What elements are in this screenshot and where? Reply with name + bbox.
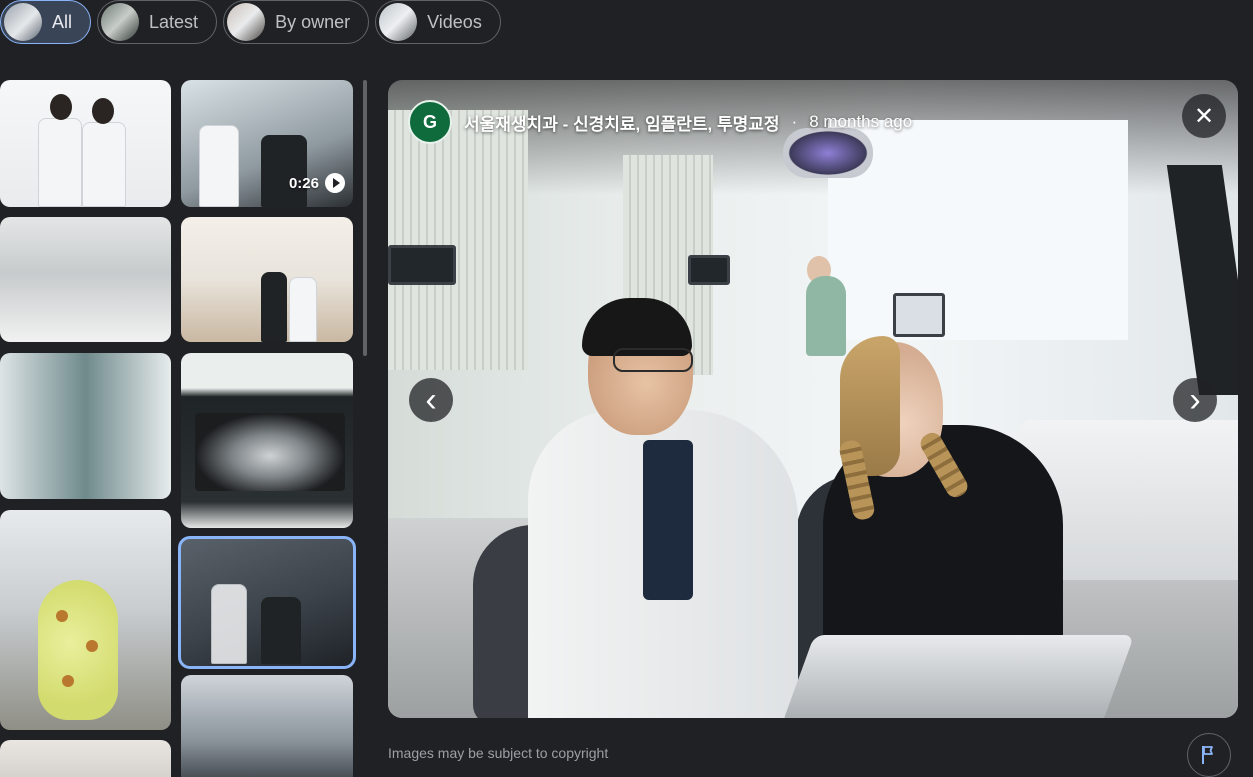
figure-doctor — [82, 122, 126, 207]
chip-latest[interactable]: Latest — [97, 0, 218, 44]
image-search-page: All Latest By owner Videos 0:26 G 서울재생치과… — [0, 0, 1253, 777]
filter-chip-bar: All Latest By owner Videos — [0, 0, 501, 44]
posted-time: 8 months ago — [809, 112, 913, 131]
image-viewer: G 서울재생치과 - 신경치료, 임플란트, 투명교정 · 8 months a… — [388, 80, 1238, 718]
clinic-logo[interactable]: G — [408, 100, 452, 144]
thumbnail-lobby[interactable] — [0, 217, 171, 342]
copyright-notice: Images may be subject to copyright — [388, 745, 609, 761]
thumbnail-video-clinic[interactable]: 0:26 — [181, 80, 353, 207]
chip-thumbnail — [227, 3, 266, 41]
chevron-left-icon: ‹ — [425, 381, 437, 419]
wall-panel — [388, 110, 528, 370]
chip-thumbnail — [4, 3, 42, 41]
wall-monitor — [388, 245, 456, 285]
dental-monitor — [893, 293, 945, 337]
figure-head — [50, 94, 72, 120]
figure-head — [92, 98, 114, 124]
figure-patient — [261, 135, 307, 207]
assistant-figure — [806, 276, 846, 356]
chip-videos[interactable]: Videos — [375, 0, 501, 44]
viewer-header: G 서울재생치과 - 신경치료, 임플란트, 투명교정 · 8 months a… — [408, 100, 912, 144]
toy-spot — [56, 610, 68, 622]
thumbnail-xray-screen[interactable] — [181, 353, 353, 528]
thumbnail-display-shelf[interactable] — [0, 353, 171, 499]
figure-doctor — [289, 277, 317, 342]
figure-doctor — [211, 584, 247, 664]
close-button[interactable]: ✕ — [1182, 94, 1226, 138]
plush-toy — [38, 580, 118, 720]
chevron-right-icon: › — [1189, 381, 1201, 419]
chip-thumbnail — [379, 3, 418, 41]
figure-patient — [261, 597, 301, 664]
flag-icon — [1202, 746, 1213, 764]
xray-image — [195, 413, 345, 491]
window-blinds — [828, 120, 1128, 340]
video-duration: 0:26 — [288, 174, 319, 192]
doctor-shirt — [643, 440, 693, 600]
toy-spot — [86, 640, 98, 652]
chip-by-owner[interactable]: By owner — [223, 0, 370, 44]
wall-monitor — [688, 255, 730, 285]
chip-all[interactable]: All — [0, 0, 92, 44]
next-image-button[interactable]: › — [1173, 378, 1217, 422]
figure-doctor — [38, 118, 82, 207]
toy-spot — [62, 675, 74, 687]
thumbnail-building-entrance[interactable] — [181, 675, 353, 777]
thumbnail-doctors-portrait[interactable] — [0, 80, 171, 207]
side-monitor — [1166, 165, 1238, 395]
thumbnail-reception[interactable] — [181, 217, 353, 342]
close-icon: ✕ — [1193, 102, 1215, 130]
chip-label: Videos — [427, 11, 482, 32]
glasses — [613, 348, 693, 372]
thumbnail-plush-toy[interactable] — [0, 510, 171, 730]
instrument-tray — [781, 635, 1135, 718]
chip-label: All — [52, 11, 73, 32]
previous-image-button[interactable]: ‹ — [409, 378, 453, 422]
play-icon — [325, 173, 345, 193]
figure-doctor — [199, 125, 239, 207]
title-separator: · — [791, 112, 798, 131]
grid-scrollbar[interactable] — [363, 80, 367, 356]
video-duration-badge: 0:26 — [289, 173, 345, 193]
chip-label: Latest — [149, 11, 199, 32]
figure-person — [261, 272, 287, 342]
source-title[interactable]: 서울재생치과 - 신경치료, 임플란트, 투명교정 — [464, 110, 780, 135]
report-button[interactable] — [1187, 733, 1231, 777]
logo-letter: G — [422, 111, 437, 132]
chip-thumbnail — [101, 3, 140, 41]
chip-label: By owner — [275, 11, 351, 32]
thumbnail-grid: 0:26 — [0, 80, 360, 777]
thumbnail-selected[interactable] — [178, 536, 356, 669]
thumbnail-room[interactable] — [0, 740, 171, 777]
